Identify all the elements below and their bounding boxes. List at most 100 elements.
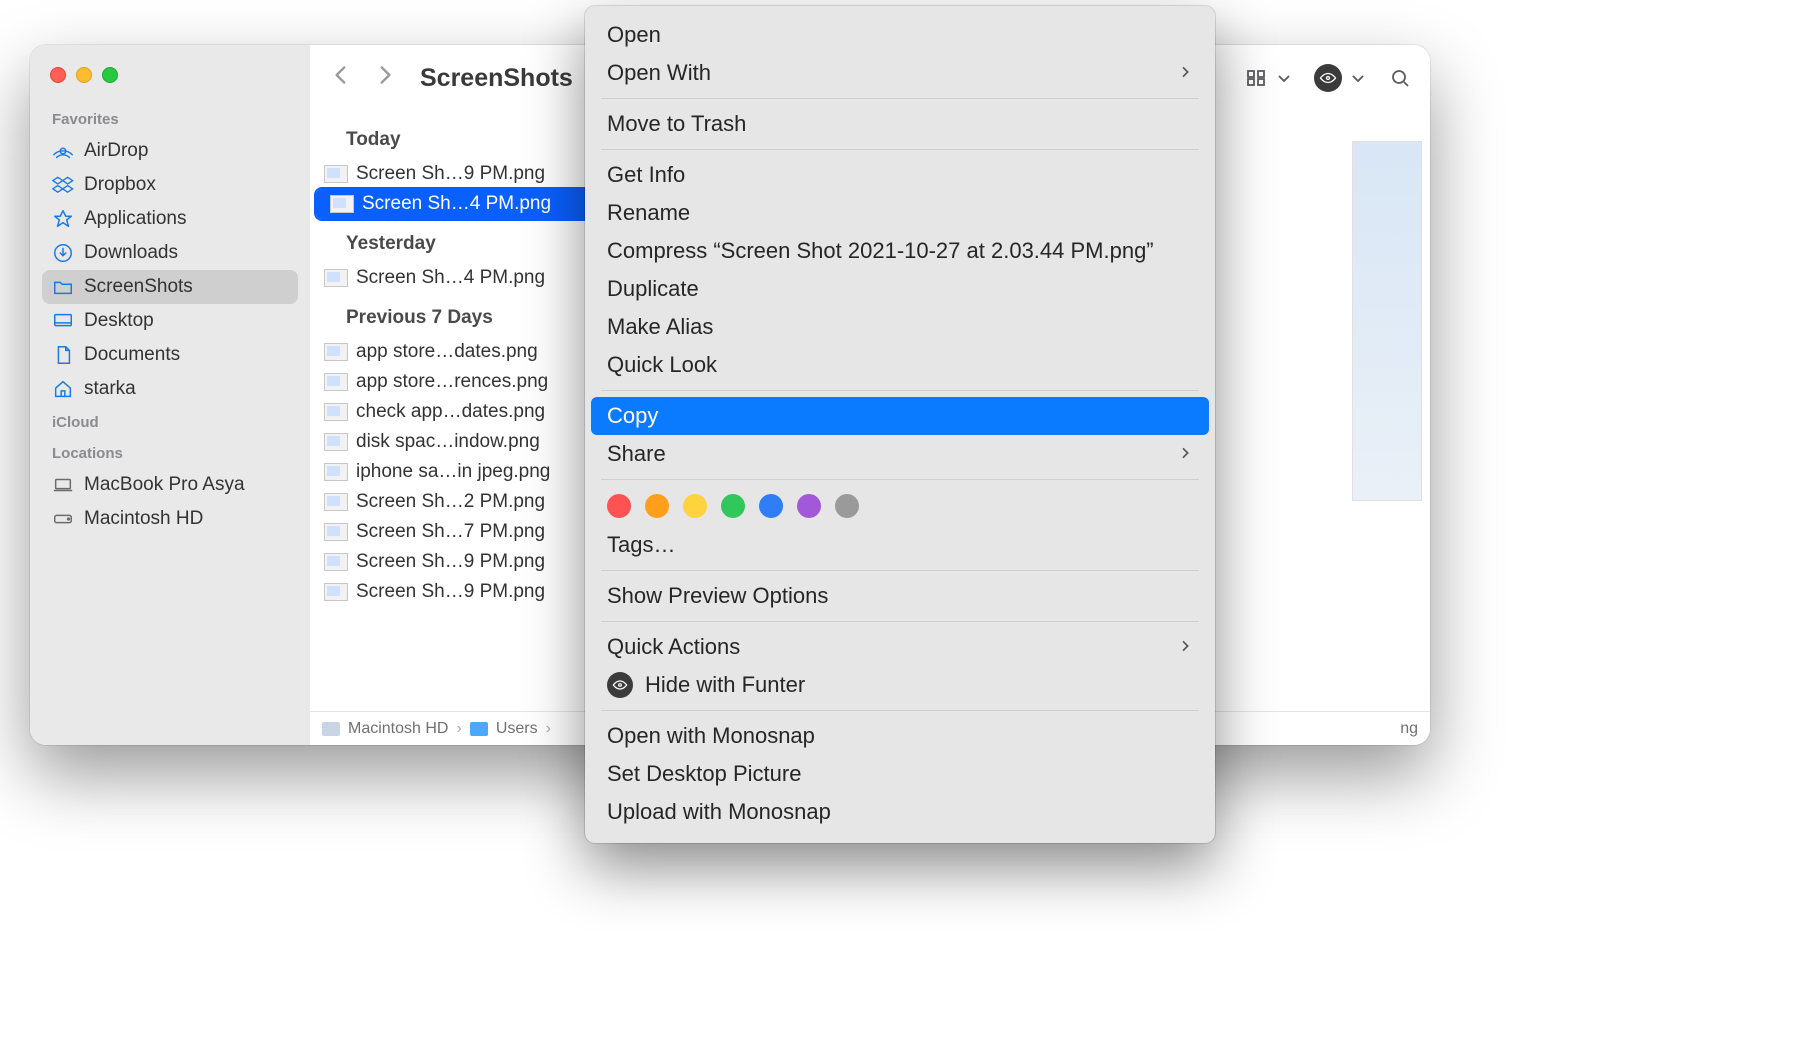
menu-item-copy[interactable]: Copy <box>591 397 1209 435</box>
folder-icon <box>52 276 74 298</box>
file-row[interactable]: Screen Sh…4 PM.png <box>316 189 613 219</box>
menu-separator <box>601 390 1199 391</box>
group-header: Previous 7 Days <box>310 293 619 337</box>
tag-yellow[interactable] <box>683 494 707 518</box>
file-thumbnail-icon <box>324 373 348 391</box>
path-segment[interactable]: Macintosh HD <box>348 720 448 738</box>
file-row[interactable]: app store…rences.png <box>310 367 619 397</box>
menu-item-open-with[interactable]: Open With <box>591 54 1209 92</box>
sidebar-item-label: Applications <box>84 208 186 230</box>
sidebar-item-label: AirDrop <box>84 140 148 162</box>
menu-item-duplicate[interactable]: Duplicate <box>591 270 1209 308</box>
file-name: Screen Sh…9 PM.png <box>356 551 545 573</box>
menu-item-show-preview-options[interactable]: Show Preview Options <box>591 577 1209 615</box>
tag-blue[interactable] <box>759 494 783 518</box>
sidebar-item-label: Macintosh HD <box>84 508 203 530</box>
menu-item-compress[interactable]: Compress “Screen Shot 2021-10-27 at 2.03… <box>591 232 1209 270</box>
sidebar-item-applications[interactable]: Applications <box>42 202 298 236</box>
menu-item-rename[interactable]: Rename <box>591 194 1209 232</box>
dropbox-icon <box>52 174 74 196</box>
menu-item-get-info[interactable]: Get Info <box>591 156 1209 194</box>
file-row[interactable]: Screen Sh…2 PM.png <box>310 487 619 517</box>
sidebar-item-screenshots[interactable]: ScreenShots <box>42 270 298 304</box>
group-by-button[interactable] <box>1244 66 1296 90</box>
back-button[interactable] <box>328 62 354 94</box>
menu-item-make-alias[interactable]: Make Alias <box>591 308 1209 346</box>
sidebar-item-label: Dropbox <box>84 174 156 196</box>
group-header: Today <box>310 115 619 159</box>
tag-red[interactable] <box>607 494 631 518</box>
group-icon <box>1244 66 1268 90</box>
file-name: check app…dates.png <box>356 401 545 423</box>
file-thumbnail-icon <box>324 523 348 541</box>
chevron-right-icon <box>1177 441 1193 467</box>
applications-icon <box>52 208 74 230</box>
laptop-icon <box>52 474 74 496</box>
home-icon <box>52 378 74 400</box>
zoom-window-button[interactable] <box>102 67 118 83</box>
context-menu: Open Open With Move to Trash Get Info Re… <box>585 6 1215 843</box>
minimize-window-button[interactable] <box>76 67 92 83</box>
tag-orange[interactable] <box>645 494 669 518</box>
sidebar-item-label: Desktop <box>84 310 154 332</box>
sidebar-item-downloads[interactable]: Downloads <box>42 236 298 270</box>
downloads-icon <box>52 242 74 264</box>
sidebar-item-macbook[interactable]: MacBook Pro Asya <box>42 468 298 502</box>
file-row[interactable]: Screen Sh…4 PM.png <box>310 263 619 293</box>
file-row[interactable]: Screen Sh…7 PM.png <box>310 517 619 547</box>
sidebar-item-label: MacBook Pro Asya <box>84 474 245 496</box>
forward-button[interactable] <box>372 62 398 94</box>
tag-purple[interactable] <box>797 494 821 518</box>
file-row[interactable]: Screen Sh…9 PM.png <box>310 577 619 607</box>
file-row[interactable]: app store…dates.png <box>310 337 619 367</box>
file-thumbnail-icon <box>324 165 348 183</box>
tag-green[interactable] <box>721 494 745 518</box>
tag-gray[interactable] <box>835 494 859 518</box>
sidebar-item-home[interactable]: starka <box>42 372 298 406</box>
file-name: Screen Sh…2 PM.png <box>356 491 545 513</box>
sidebar-item-airdrop[interactable]: AirDrop <box>42 134 298 168</box>
menu-item-upload-with-monosnap[interactable]: Upload with Monosnap <box>591 793 1209 831</box>
search-button[interactable] <box>1388 66 1412 90</box>
file-row[interactable]: Screen Sh…9 PM.png <box>310 159 619 189</box>
menu-item-quick-look[interactable]: Quick Look <box>591 346 1209 384</box>
sidebar-item-documents[interactable]: Documents <box>42 338 298 372</box>
sidebar-item-label: starka <box>84 378 136 400</box>
sidebar-item-desktop[interactable]: Desktop <box>42 304 298 338</box>
eye-icon <box>607 672 633 698</box>
file-thumbnail-icon <box>330 195 354 213</box>
menu-item-open[interactable]: Open <box>591 16 1209 54</box>
file-name: disk spac…indow.png <box>356 431 540 453</box>
close-window-button[interactable] <box>50 67 66 83</box>
file-row[interactable]: iphone sa…in jpeg.png <box>310 457 619 487</box>
file-thumbnail-icon <box>324 583 348 601</box>
menu-item-hide-with-funter[interactable]: Hide with Funter <box>591 666 1209 704</box>
sidebar-item-macintosh-hd[interactable]: Macintosh HD <box>42 502 298 536</box>
file-name: app store…rences.png <box>356 371 548 393</box>
path-segment[interactable]: Users <box>496 720 538 738</box>
file-list[interactable]: Today Screen Sh…9 PM.png Screen Sh…4 PM.… <box>310 111 620 711</box>
menu-item-open-with-monosnap[interactable]: Open with Monosnap <box>591 717 1209 755</box>
menu-item-set-desktop-picture[interactable]: Set Desktop Picture <box>591 755 1209 793</box>
sidebar-item-dropbox[interactable]: Dropbox <box>42 168 298 202</box>
file-thumbnail-icon <box>324 463 348 481</box>
desktop-icon <box>52 310 74 332</box>
menu-item-share[interactable]: Share <box>591 435 1209 473</box>
file-row[interactable]: disk spac…indow.png <box>310 427 619 457</box>
documents-icon <box>52 344 74 366</box>
menu-separator <box>601 570 1199 571</box>
menu-item-move-to-trash[interactable]: Move to Trash <box>591 105 1209 143</box>
chevron-right-icon <box>1177 634 1193 660</box>
disk-icon <box>322 722 340 736</box>
file-row[interactable]: check app…dates.png <box>310 397 619 427</box>
sidebar-item-label: Documents <box>84 344 180 366</box>
menu-item-quick-actions[interactable]: Quick Actions <box>591 628 1209 666</box>
chevron-down-icon <box>1346 66 1370 90</box>
file-thumbnail-icon <box>324 403 348 421</box>
window-title: ScreenShots <box>420 64 573 93</box>
file-preview-image <box>1352 141 1422 501</box>
file-row[interactable]: Screen Sh…9 PM.png <box>310 547 619 577</box>
funter-toolbar-button[interactable] <box>1314 64 1370 92</box>
file-thumbnail-icon <box>324 433 348 451</box>
menu-item-tags[interactable]: Tags… <box>591 526 1209 564</box>
